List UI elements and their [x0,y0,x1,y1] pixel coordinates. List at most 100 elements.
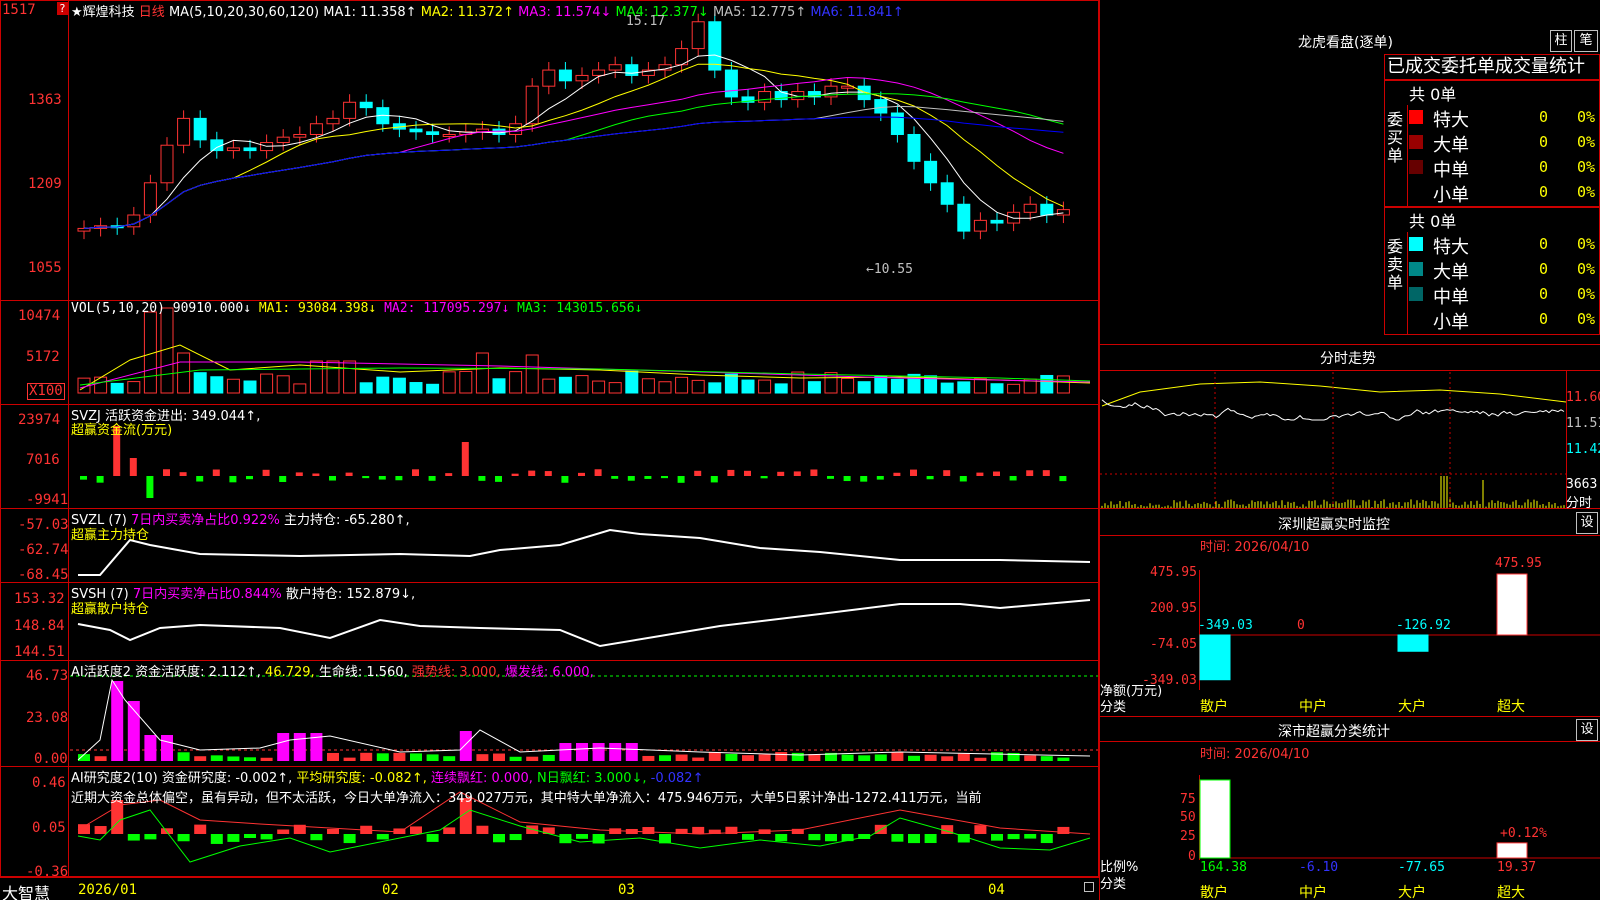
research-bar [327,828,339,834]
candle-body [940,182,954,205]
candlestick-chart [77,13,1070,240]
row-label: 特大 [1433,110,1469,131]
activity-bar [227,756,240,761]
volume-bar [94,376,108,394]
research-bar [1040,834,1053,844]
candle-body [359,101,373,109]
help-icon[interactable]: ? [57,2,68,15]
lhb-tabs[interactable]: 已成交委托单成交量统计 [1384,54,1600,80]
research-bar [410,826,422,834]
activity-bar [111,681,124,761]
research-bar [144,834,157,840]
svzj-bar [395,476,403,481]
volume-bar [841,377,855,394]
stock-name[interactable]: ★辉煌科技 [71,5,135,20]
row-percent: 0% [1577,133,1596,151]
vol-header: VOL(5,10,20) 90910.000↓ MA1: 93084.398↓ … [71,301,642,316]
volume-bar [442,371,456,394]
sell-row-2: 中单 0 0% [1409,282,1599,308]
volume-bar [957,381,971,394]
activity-bar [858,755,871,761]
svsh-line [77,599,1091,648]
ai-research-comment: 近期大资金总体偏空，虽有异动，但不太活跃，今日大单净流入：349.027万元，其… [71,791,982,806]
ai-active-tick-0: 46.73 [26,668,69,684]
sz-class-time: 时间: 2026/04/10 [1200,747,1310,762]
lock-icon[interactable] [1084,882,1094,892]
sz-monitor-settings-button[interactable]: 设 [1576,512,1598,534]
candle-body [990,219,1004,224]
activity-bar [775,752,788,761]
volume-bar [990,383,1004,394]
activity-bar [791,752,804,761]
volume-bar [592,380,606,394]
buy-row-3: 小单 0 0% [1409,180,1599,206]
svzj-bar [926,476,934,480]
ma6-line [83,116,1064,229]
svzj-bar [378,476,386,480]
activity-bar [393,752,406,761]
research-bar [1024,834,1037,839]
svzl-desc: 7日内买卖净占比0.922% [130,513,280,528]
svsh-chart [77,599,1091,648]
candle-body [558,69,572,82]
research-bar [210,834,223,844]
svzj-bar [362,476,370,479]
candle-body [193,117,207,141]
svzj-bar [1059,476,1067,482]
volume-bar [210,376,224,394]
activity-bar [376,753,389,761]
bar-mode-button[interactable]: 柱 [1550,30,1572,52]
high-price-label: 15.17 [626,14,666,29]
svzj-bar [478,476,486,481]
ai-active-life: 生命线: 1.560, [318,665,408,680]
svzl-tick-1: -62.74 [18,542,69,558]
ai-research-tick-1: 0.05 [32,820,66,836]
volume-bar [409,382,423,394]
candle-body [1023,203,1037,213]
sz-class-settings-button[interactable]: 设 [1576,719,1598,741]
volume-bar [874,376,888,394]
research-bar [343,834,356,844]
volume-bar [973,378,987,394]
research-bar [642,827,655,834]
chart-canvas[interactable] [0,0,1600,900]
intraday-title: 分时走势 [1320,351,1376,367]
price-header: ★辉煌科技 日线 MA(5,10,20,30,60,120) MA1: 11.3… [71,1,904,20]
activity-bar [891,752,904,761]
svzj-bar [644,476,652,479]
activity-bar [161,735,173,761]
svzj-bar [1009,476,1017,481]
svzl-line [78,528,1091,576]
svzj-bar [528,470,536,476]
sell-row-3: 小单 0 0% [1409,307,1599,333]
color-swatch [1409,237,1423,251]
activity-bar [592,743,605,761]
research-bar [509,834,522,841]
research-bar [908,834,920,844]
vol-ma3: MA3: 143015.656↓ [517,301,643,316]
period-label[interactable]: 日线 [139,5,165,20]
activity-bar [758,754,771,761]
candle-body [509,123,523,135]
research-bar [891,834,904,842]
activity-bar [144,735,157,761]
candle-body [758,91,772,103]
svsh-hold: 散户持仓: 152.879↓, [285,587,416,602]
activity-bar [177,752,190,761]
pen-mode-button[interactable]: 笔 [1574,30,1598,52]
activity-bar [692,757,705,761]
svzj-bar [229,476,237,483]
research-bar [493,834,505,843]
volume-bar [625,370,639,394]
research-bar [592,834,605,844]
svzj-bar [744,470,751,476]
candle-body [77,227,91,232]
monitor-category-2: 大户 [1398,699,1426,715]
candle-body [542,69,556,87]
volume-bar [758,379,772,394]
activity-bar [260,757,273,761]
activity-bar [509,756,522,761]
row-label: 中单 [1433,160,1469,181]
row-count: 0 [1539,158,1549,176]
activity-bar [542,754,555,761]
